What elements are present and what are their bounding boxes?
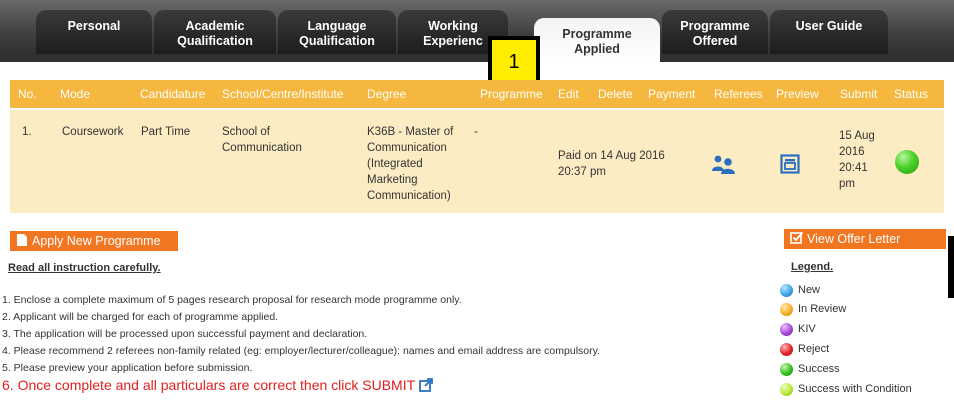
tab-label: Personal <box>67 19 121 33</box>
instruction-item: 5. Please preview your application befor… <box>2 362 253 374</box>
submit-instruction-text: 6. Once complete and all particulars are… <box>2 377 416 393</box>
col-no: No. <box>18 87 37 101</box>
tab-label: Academic <box>185 19 245 33</box>
legend-item-success-with-condition: Success with Condition <box>780 382 912 396</box>
tab-label: Language <box>307 19 367 33</box>
col-edit: Edit <box>558 87 579 101</box>
cell-degree-line: Marketing <box>367 174 418 186</box>
legend-item-new: New <box>780 283 820 297</box>
cell-payment: Paid on 14 Aug 2016 20:37 pm <box>558 148 665 180</box>
instruction-item: 3. The application will be processed upo… <box>2 328 368 340</box>
tab-user-guide[interactable]: User Guide <box>770 10 888 54</box>
cell-degree-line: Communication) <box>367 190 451 202</box>
tab-bar-baseline <box>0 54 954 62</box>
referees-icon[interactable] <box>711 154 737 179</box>
tab-label: Programme <box>680 19 750 33</box>
col-mode: Mode <box>60 87 91 101</box>
cell-payment-line: Paid on 14 Aug 2016 <box>558 150 665 162</box>
status-reject-icon <box>780 342 793 356</box>
status-kiv-icon <box>780 322 793 336</box>
external-link-icon[interactable] <box>419 377 434 395</box>
tab-label-line2: Offered <box>692 34 738 48</box>
status-success-condition-icon <box>780 382 793 396</box>
tab-label-line2: Qualification <box>177 34 253 48</box>
edge-marker <box>948 236 954 298</box>
col-programme: Programme <box>480 87 543 101</box>
cell-candidature: Part Time <box>141 126 191 138</box>
tab-label: Working <box>428 19 478 33</box>
col-status: Status <box>894 87 929 101</box>
cell-degree-line: K36B - Master of <box>367 126 454 138</box>
tab-label: User Guide <box>795 19 863 33</box>
apply-new-programme-button[interactable]: Apply New Programme <box>10 231 178 251</box>
col-payment: Payment <box>648 87 696 101</box>
tab-language-qualification[interactable]: Language Qualification <box>278 10 396 54</box>
tab-label-line2: Applied <box>574 42 620 56</box>
submit-instruction: 6. Once complete and all particulars are… <box>2 377 434 395</box>
cell-school-line: School of <box>222 126 270 138</box>
cell-submit-line: 20:41 <box>839 162 868 174</box>
cell-submit-line: 2016 <box>839 146 865 158</box>
tab-programme-offered[interactable]: Programme Offered <box>662 10 768 54</box>
cell-submit: 15 Aug 2016 20:41 pm <box>839 128 875 192</box>
tab-label-line2: Experienc <box>423 34 483 48</box>
instruction-item: 2. Applicant will be charged for each of… <box>2 311 279 323</box>
status-in-review-icon <box>780 302 793 316</box>
tab-personal[interactable]: Personal <box>36 10 152 54</box>
cell-no: 1. <box>22 126 32 138</box>
tab-label-line2: Qualification <box>299 34 375 48</box>
preview-icon[interactable] <box>780 154 800 179</box>
col-school: School/Centre/Institute <box>222 87 344 101</box>
status-success-icon <box>895 150 919 174</box>
cell-programme: - <box>474 126 478 138</box>
col-submit: Submit <box>840 87 878 101</box>
col-delete: Delete <box>598 87 633 101</box>
legend-item-success: Success <box>780 362 840 376</box>
document-icon <box>17 234 27 246</box>
legend-label: In Review <box>798 303 847 315</box>
legend-label: Reject <box>798 343 830 355</box>
cell-mode: Coursework <box>62 126 124 138</box>
col-preview: Preview <box>776 87 819 101</box>
status-new-icon <box>780 283 793 297</box>
legend-title: Legend. <box>791 261 834 273</box>
cell-school: School of Communication <box>222 124 302 156</box>
cell-degree-line: (Integrated <box>367 158 423 170</box>
legend-label: Success with Condition <box>798 383 912 395</box>
cell-degree-line: Communication <box>367 142 447 154</box>
legend-label: Success <box>798 363 840 375</box>
table-header: No. Mode Candidature School/Centre/Insti… <box>10 80 944 108</box>
instruction-item: 1. Enclose a complete maximum of 5 pages… <box>2 294 462 306</box>
col-candidature: Candidature <box>140 87 206 101</box>
cell-school-line: Communication <box>222 142 302 154</box>
status-success-legend-icon <box>780 362 793 376</box>
cell-submit-line: pm <box>839 178 855 190</box>
legend-item-reject: Reject <box>780 342 829 356</box>
apply-new-programme-label: Apply New Programme <box>32 234 161 248</box>
cell-submit-line: 15 Aug <box>839 130 875 142</box>
legend-label: KIV <box>798 323 816 335</box>
legend-item-in-review: In Review <box>780 302 846 316</box>
view-offer-letter-label: View Offer Letter <box>807 232 901 246</box>
legend-item-kiv: KIV <box>780 322 816 336</box>
col-degree: Degree <box>367 87 407 101</box>
tab-programme-applied[interactable]: Programme Applied <box>534 18 660 62</box>
instructions-title: Read all instruction carefully. <box>8 262 161 274</box>
view-offer-letter-button[interactable]: View Offer Letter <box>784 229 946 249</box>
checkbox-icon <box>790 231 804 244</box>
legend-label: New <box>798 284 821 296</box>
tab-label: Programme <box>562 27 632 41</box>
cell-degree: K36B - Master of Communication (Integrat… <box>367 124 453 204</box>
instruction-item: 4. Please recommend 2 referees non-famil… <box>2 345 601 357</box>
tab-academic-qualification[interactable]: Academic Qualification <box>154 10 276 54</box>
cell-payment-line: 20:37 pm <box>558 166 606 178</box>
col-referees: Referees <box>714 87 763 101</box>
